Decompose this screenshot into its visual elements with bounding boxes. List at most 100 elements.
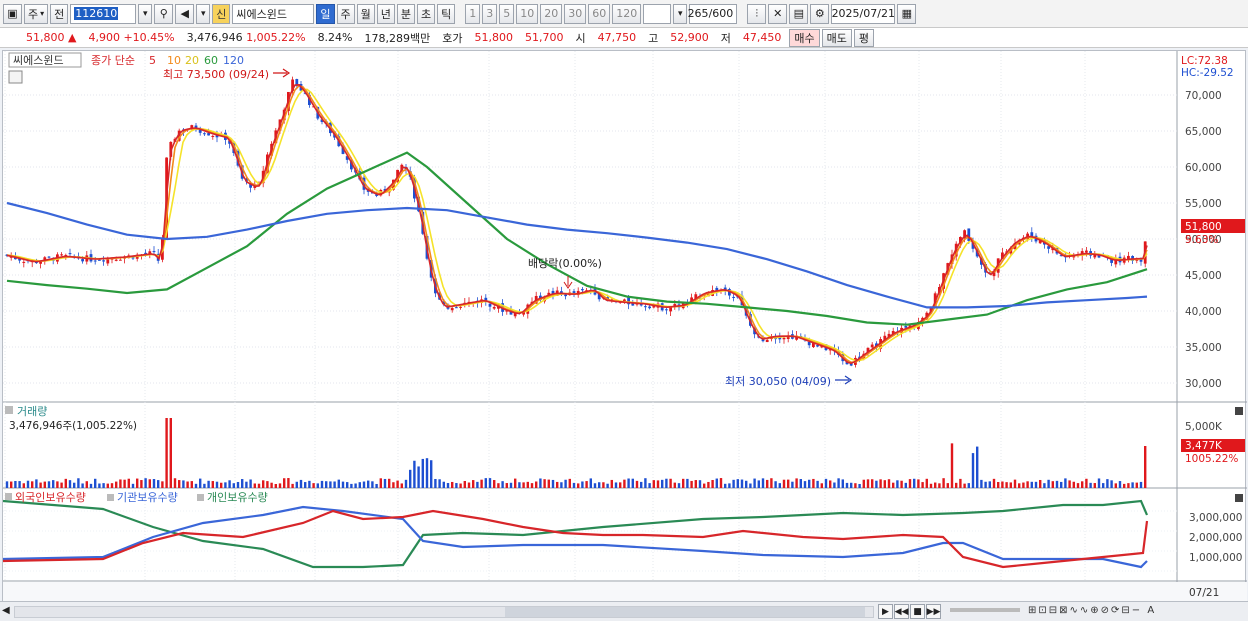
- volume-bar: [1089, 482, 1092, 488]
- speaker-dropdown-icon[interactable]: ▾: [196, 3, 211, 24]
- date-input[interactable]: 2025/07/21: [831, 3, 896, 24]
- settings-gear-icon[interactable]: ⚙: [810, 3, 830, 24]
- holdings-close-icon[interactable]: [1235, 494, 1243, 502]
- interval-120[interactable]: 120: [612, 3, 642, 24]
- interval-dropdown-icon[interactable]: ▾: [673, 3, 688, 24]
- volume-bar: [635, 480, 639, 488]
- tab-day[interactable]: 일: [316, 3, 335, 24]
- candle-body: [488, 303, 492, 307]
- count-input[interactable]: 265/600: [688, 3, 738, 24]
- candle-body: [732, 296, 735, 298]
- scrollbar-thumb[interactable]: [505, 607, 865, 617]
- sell-button[interactable]: 매도: [821, 28, 852, 47]
- volume-bar: [371, 481, 374, 488]
- volume-bar: [291, 483, 294, 488]
- volume-bar: [988, 481, 991, 488]
- volume-bar: [362, 481, 366, 488]
- chart-area[interactable]: 70,000 65,000 60,000 55,000 50,000 45,000 40,0…: [2, 50, 1247, 603]
- volume-bar: [476, 481, 479, 488]
- volume-bar: [824, 478, 828, 488]
- period-select[interactable]: 주 ▾: [24, 3, 49, 24]
- volume-bar: [81, 483, 84, 488]
- stock-code-input[interactable]: 112610: [70, 3, 137, 24]
- custom-interval-input[interactable]: [643, 3, 672, 24]
- volume-bar: [619, 482, 622, 488]
- interval-10[interactable]: 10: [516, 3, 539, 24]
- volume-bar: [1110, 480, 1113, 488]
- stop-icon[interactable]: ■: [910, 604, 925, 619]
- scroll-left-icon[interactable]: ◀: [2, 605, 10, 616]
- volume-bar: [299, 479, 303, 488]
- volume-bar: [1060, 481, 1063, 488]
- code-dropdown-icon[interactable]: ▾: [138, 3, 153, 24]
- tab-tick[interactable]: 틱: [437, 3, 456, 24]
- volume-bar: [535, 481, 538, 488]
- interval-1[interactable]: 1: [465, 3, 481, 24]
- volume-bar: [921, 482, 924, 488]
- save-icon[interactable]: ▤: [789, 3, 809, 24]
- volume-close-icon[interactable]: [1235, 407, 1243, 415]
- volume-bar: [1013, 479, 1017, 488]
- tab-second[interactable]: 초: [417, 3, 436, 24]
- interval-20[interactable]: 20: [540, 3, 563, 24]
- volume-bar: [816, 480, 819, 488]
- tab-minute[interactable]: 분: [396, 3, 416, 24]
- search-icon[interactable]: ⚲: [154, 3, 174, 24]
- holdings-label-institution: 기관보유수량: [117, 491, 178, 504]
- volume-bar: [119, 479, 122, 488]
- calendar-icon[interactable]: ▦: [897, 3, 917, 24]
- volume-bar: [425, 458, 429, 488]
- volume-bar: [1047, 479, 1050, 488]
- jeon-button[interactable]: 전: [50, 3, 69, 24]
- layout-icon[interactable]: ▣: [3, 3, 22, 24]
- volume-bar: [1081, 481, 1084, 488]
- candle-body: [98, 259, 101, 261]
- volume-bar: [694, 480, 697, 488]
- tab-week[interactable]: 주: [336, 3, 355, 24]
- volume-bar: [98, 483, 101, 488]
- price-y-tick: 45,000: [1185, 270, 1222, 282]
- volume-bar: [47, 481, 51, 488]
- volume-bar: [165, 418, 168, 488]
- rewind-icon[interactable]: ◀◀: [894, 604, 909, 619]
- candle-body: [648, 306, 651, 309]
- avg-button[interactable]: 평: [853, 28, 874, 47]
- volume-bar: [262, 480, 265, 488]
- interval-60[interactable]: 60: [588, 3, 611, 24]
- tab-year[interactable]: 년: [376, 3, 395, 24]
- candle-type-icon[interactable]: ⫶: [747, 3, 767, 24]
- interval-5[interactable]: 5: [499, 3, 515, 24]
- volume-bar: [1030, 481, 1033, 488]
- candle-body: [450, 308, 454, 311]
- interval-30[interactable]: 30: [564, 3, 587, 24]
- fast-forward-icon[interactable]: ▶▶: [926, 604, 941, 619]
- current-price: 51,800 ▲: [26, 31, 77, 44]
- grid-toggle-icon[interactable]: [8, 70, 23, 84]
- price-tag: 51,800: [1185, 221, 1222, 233]
- volume-bar: [963, 483, 966, 488]
- buy-button[interactable]: 매수: [789, 28, 820, 47]
- volume-bar: [934, 482, 937, 488]
- holdings-label-individual: 개인보유수량: [207, 491, 268, 504]
- volume-bar: [26, 480, 30, 488]
- volume-bar: [862, 479, 865, 488]
- draw-tool-icon[interactable]: ✕: [768, 3, 788, 24]
- volume-bar: [459, 483, 462, 488]
- volume-bar: [976, 446, 979, 488]
- volume-bar: [215, 481, 219, 488]
- volume-bar: [871, 479, 874, 488]
- holdings-panel-icon: [5, 493, 12, 500]
- volume-bar: [1068, 480, 1071, 488]
- play-icon[interactable]: ▶: [878, 604, 893, 619]
- interval-3[interactable]: 3: [482, 3, 498, 24]
- chart-svg[interactable]: 70,00065,00060,00055,00050,00045,00040,0…: [2, 51, 1247, 603]
- speaker-icon[interactable]: ◀: [175, 3, 195, 24]
- scrollbar[interactable]: [14, 606, 874, 618]
- tools-icons[interactable]: ⊞⊡⊟⊠∿∿⊕⊘⟳⊟− A: [1028, 605, 1156, 616]
- volume-bar: [808, 479, 811, 488]
- zoom-slider[interactable]: [950, 608, 1020, 612]
- tab-month[interactable]: 월: [356, 3, 375, 24]
- volume-bar: [241, 479, 244, 488]
- stock-name-field[interactable]: 씨에스윈드: [232, 3, 315, 24]
- ask-price: 51,800: [474, 31, 514, 44]
